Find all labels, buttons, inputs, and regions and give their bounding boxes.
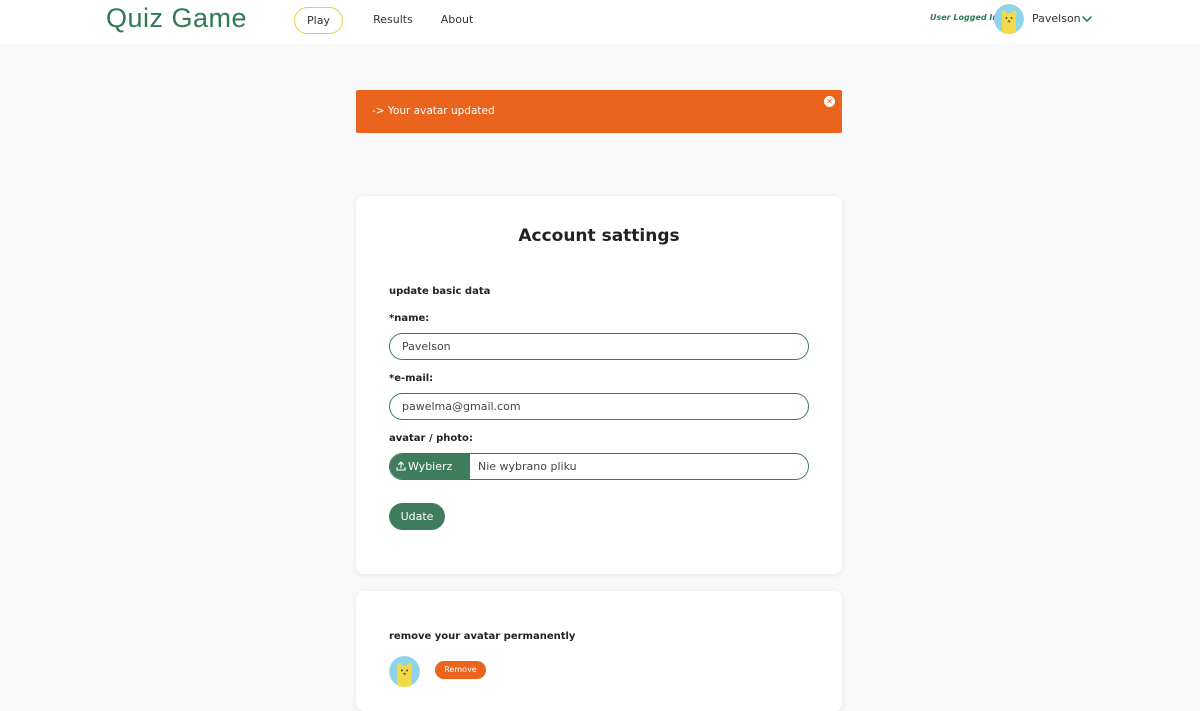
name-field[interactable]: Pavelson xyxy=(389,333,809,360)
close-icon[interactable]: ✕ xyxy=(824,96,835,107)
name-field-value: Pavelson xyxy=(402,340,451,353)
top-navigation-bar: Quiz Game Play Results About User Logged… xyxy=(0,0,1200,44)
section-heading-remove-avatar: remove your avatar permanently xyxy=(389,631,576,642)
chevron-down-icon[interactable] xyxy=(1081,13,1093,25)
page-title: Account sattings xyxy=(518,226,680,246)
choose-file-button[interactable]: Wybierz plik xyxy=(390,454,470,498)
nav-about[interactable]: About xyxy=(437,7,477,32)
username-label[interactable]: Pavelson xyxy=(1032,12,1081,25)
current-avatar xyxy=(389,656,420,687)
email-field-value: pawelma@gmail.com xyxy=(402,400,521,413)
success-alert: -> Your avatar updated ✕ xyxy=(356,90,842,133)
bear-avatar-icon xyxy=(389,656,420,687)
file-status-text: Nie wybrano pliku xyxy=(478,460,577,473)
app-logo[interactable]: Quiz Game xyxy=(106,2,247,34)
avatar-label: avatar / photo: xyxy=(389,433,473,444)
section-heading-basic-data: update basic data xyxy=(389,286,491,297)
remove-avatar-card: remove your avatar permanently Remove xyxy=(356,591,842,711)
name-label: *name: xyxy=(389,313,430,324)
avatar-file-input[interactable]: Wybierz plik Nie wybrano pliku xyxy=(389,453,809,498)
email-field[interactable]: pawelma@gmail.com xyxy=(389,393,809,420)
choose-file-label: Wybierz plik xyxy=(408,460,453,498)
login-status: User Logged In! xyxy=(930,13,1002,22)
email-label: *e-mail: xyxy=(389,373,434,384)
alert-message: -> Your avatar updated xyxy=(372,105,495,117)
account-settings-card: Account sattings update basic data *name… xyxy=(356,196,842,574)
upload-icon xyxy=(396,461,406,471)
remove-avatar-button[interactable]: Remove xyxy=(435,661,486,679)
update-button[interactable]: Udate xyxy=(389,503,445,530)
nav-results[interactable]: Results xyxy=(370,7,416,32)
bear-avatar-icon xyxy=(994,4,1024,34)
nav-play[interactable]: Play xyxy=(294,7,343,34)
user-avatar[interactable] xyxy=(994,4,1024,34)
